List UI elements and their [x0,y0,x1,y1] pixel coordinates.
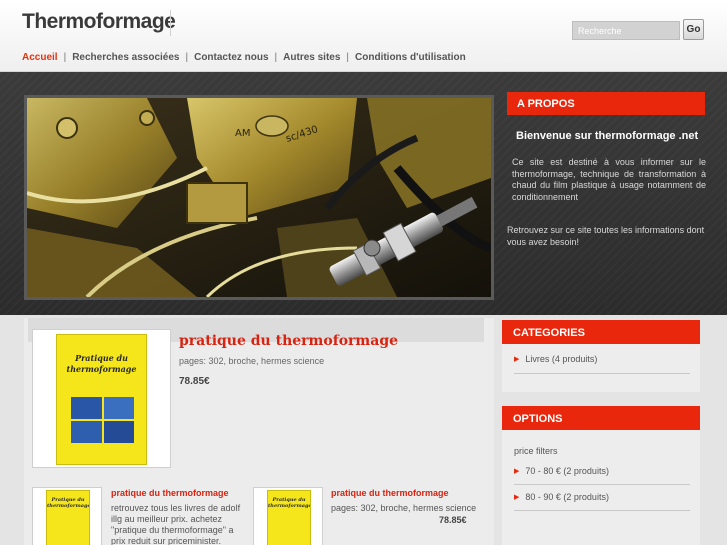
search-go-button[interactable]: Go [683,19,704,40]
price-filters-label: price filters [514,446,558,456]
stamp-text: AM [235,128,250,139]
about-heading: A PROPOS [507,92,705,115]
divider [514,484,690,485]
categories-panel [502,344,700,392]
book-cover-image: Pratique du thermoformage [56,334,147,465]
nav-separator: | [63,52,67,63]
hero-photo-illustration: AM sc/430 [27,98,491,297]
small-book-text: pages: 302, broche, hermes science [331,503,477,513]
about-title: Bienvenue sur thermoformage .net [516,130,699,142]
search-input[interactable] [572,21,680,40]
small-book-thumbnail[interactable]: Pratique du thermoformage [32,487,102,545]
logo-divider [170,10,171,36]
arrow-right-icon: ▶ [514,494,520,501]
options-heading: OPTIONS [502,406,700,430]
nav-item-conditions[interactable]: Conditions d'utilisation [355,52,466,63]
nav-item-accueil[interactable]: Accueil [22,52,58,63]
nav-separator: | [346,52,350,63]
site-header: Thermoformage Go Accueil | Recherches as… [0,0,727,72]
categories-heading: CATEGORIES [502,320,700,344]
site-logo[interactable]: Thermoformage [22,10,176,34]
book-cover-image: Pratique du thermoformage [46,490,90,545]
price-filter-70-80[interactable]: ▶ 70 - 80 € (2 produits) [514,466,609,476]
nav-item-contact[interactable]: Contactez nous [194,52,268,63]
featured-book-price: 78.85€ [179,376,210,387]
divider [514,510,690,511]
nav-item-recherches[interactable]: Recherches associées [72,52,179,63]
price-filter-label: 70 - 80 € (2 produits) [525,466,609,476]
small-book-price: 78.85€ [439,515,467,525]
main-nav: Accueil | Recherches associées | Contact… [22,52,466,63]
nav-item-autres-sites[interactable]: Autres sites [283,52,340,63]
book-cover-title: Pratique du thermoformage [47,497,90,509]
arrow-right-icon: ▶ [514,356,520,363]
book-cover-image: Pratique du thermoformage [267,490,311,545]
small-book-title[interactable]: pratique du thermoformage [111,488,229,498]
category-item-livres[interactable]: ▶ Livres (4 produits) [514,354,597,364]
small-book-title[interactable]: pratique du thermoformage [331,488,449,498]
category-label: Livres (4 produits) [525,354,598,364]
featured-book-thumbnail[interactable]: Pratique du thermoformage [32,329,171,468]
divider [514,373,690,374]
price-filter-80-90[interactable]: ▶ 80 - 90 € (2 produits) [514,492,609,502]
about-paragraph: Ce site est destiné à vous informer sur … [512,157,706,202]
book-cover-title: Pratique du thermoformage [268,497,311,509]
nav-separator: | [185,52,189,63]
book-cover-title: Pratique du thermoformage [66,353,137,374]
price-filter-label: 80 - 90 € (2 produits) [525,492,609,502]
nav-separator: | [274,52,278,63]
small-book-text: retrouvez tous les livres de adolf illg … [111,503,241,545]
hero-photo: AM sc/430 [24,95,494,300]
arrow-right-icon: ▶ [514,468,520,475]
featured-book-meta: pages: 302, broche, hermes science [179,356,325,366]
book-cover-graphic [71,397,134,443]
about-paragraph-2: Retrouvez sur ce site toutes les informa… [507,225,705,247]
featured-book-title[interactable]: pratique du thermoformage [179,333,398,349]
small-book-thumbnail[interactable]: Pratique du thermoformage [253,487,323,545]
